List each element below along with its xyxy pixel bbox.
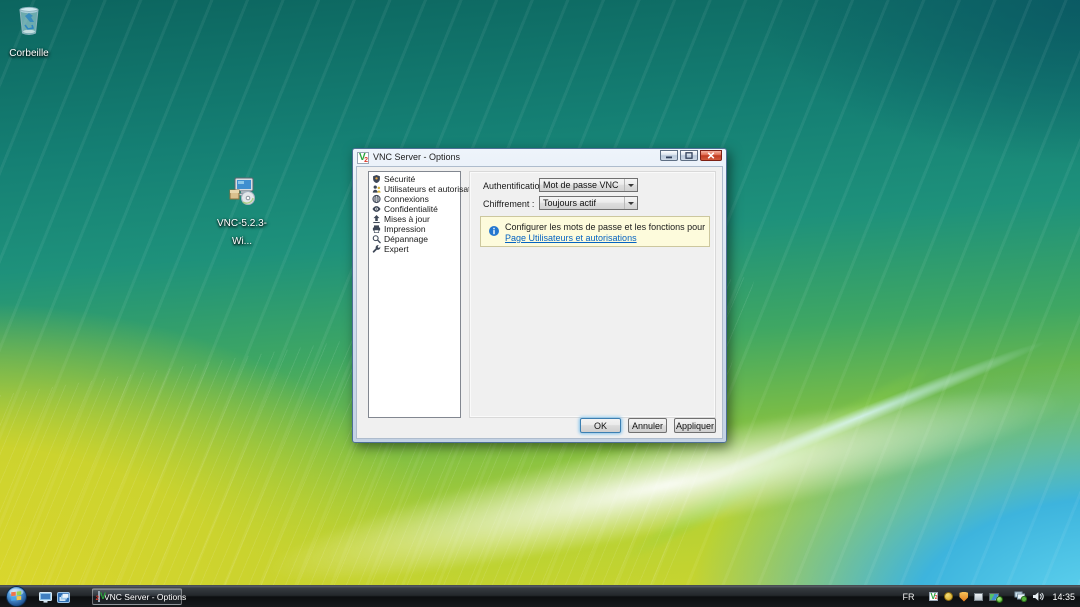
desktop-icon-recycle-bin[interactable]: Corbeille [0,6,62,61]
maximize-icon [685,152,693,159]
vnc-options-window: V 2 VNC Server - Options Sécurité Utilis… [352,148,727,443]
chevron-down-icon [624,197,637,209]
installer-icon [209,176,275,211]
close-icon [707,152,715,159]
taskbar-clock[interactable]: 14:35 [1052,592,1075,602]
desktop-icon-vnc-installer[interactable]: VNC-5.2.3-Wi... [209,176,275,249]
users-icon [372,185,381,193]
encryption-label: Chiffrement : [483,199,535,209]
sidebar-item-label: Sécurité [384,174,416,184]
apply-button[interactable]: Appliquer [674,418,716,433]
desktop: Corbeille VNC-5.2.3-Wi... V 2 VNC Server… [0,0,1080,607]
ok-button[interactable]: OK [580,418,621,433]
vnc-logo-icon: V 2 [357,151,369,164]
network-icon-glyph [1014,591,1027,602]
authentication-dropdown[interactable]: Mot de passe VNC [539,178,638,192]
sidebar-item-troubleshooting[interactable]: Dépannage [369,234,460,244]
sidebar-item-label: Connexions [384,194,429,204]
info-text: Configurer les mots de passe et les fonc… [505,222,706,232]
system-tray: FR V 2 14:35 [902,586,1075,607]
volume-icon-glyph [1032,592,1044,601]
green-status-icon[interactable] [996,594,1004,605]
expert-icon [372,245,381,253]
encryption-value: Toujours actif [543,198,597,208]
start-button[interactable] [6,586,27,607]
options-category-list: Sécurité Utilisateurs et autorisations C… [368,171,486,418]
security-icon [373,175,380,184]
minimize-icon [666,156,672,159]
quick-launch-switch-windows[interactable] [56,590,71,604]
updates-icon [373,215,380,224]
switch-windows-icon [57,591,70,603]
quick-launch-show-desktop[interactable] [38,590,53,604]
security-settings-panel: Authentification : Mot de passe VNC Chif… [469,171,716,418]
vnc-tray-icon[interactable]: V 2 [928,591,939,602]
sidebar-item-users[interactable]: Utilisateurs et autorisations [369,184,486,194]
vnc-logo-icon: V 2 [95,591,107,602]
sidebar-item-label: Expert [384,244,409,254]
recycle-bin-icon [0,6,62,41]
dialog-client-area: Sécurité Utilisateurs et autorisations C… [356,166,723,439]
windows-logo-icon [6,586,27,607]
encryption-dropdown[interactable]: Toujours actif [539,196,638,210]
sidebar-item-label: Mises à jour [384,214,430,224]
window-titlebar[interactable]: V 2 VNC Server - Options [353,149,726,166]
dialog-buttons: OK Annuler Appliquer [580,418,716,433]
sidebar-item-printing[interactable]: Impression [369,224,460,234]
sidebar-item-expert[interactable]: Expert [369,244,460,254]
desktop-icon-label: VNC-5.2.3-Wi... [216,218,267,247]
chevron-down-icon [624,179,637,191]
sidebar-item-label: Dépannage [384,234,428,244]
troubleshooting-icon [372,235,381,244]
network-icon[interactable] [1013,591,1027,602]
window-tray-icon[interactable] [973,591,984,602]
sidebar-item-label: Impression [384,224,426,234]
show-desktop-icon [39,591,52,603]
sidebar-item-connections[interactable]: Connexions [369,194,460,204]
printing-icon [372,225,381,233]
cancel-button[interactable]: Annuler [628,418,667,433]
users-permissions-page-link[interactable]: Page Utilisateurs et autorisations [505,233,637,243]
info-icon [489,226,499,236]
taskbar: V 2 VNC Server - Options FR V 2 14:35 [0,585,1080,607]
privacy-icon [372,206,381,212]
security-shield-icon[interactable] [958,591,969,602]
desktop-icon-label: Corbeille [9,48,49,59]
taskbar-window-button[interactable]: V 2 VNC Server - Options [92,588,186,605]
sidebar-item-label: Confidentialité [384,204,438,214]
yellow-status-icon[interactable] [943,591,954,602]
authentication-value: Mot de passe VNC [543,180,619,190]
minimize-button[interactable] [660,150,678,161]
taskbar-window-button-label: VNC Server - Options [104,591,187,602]
connections-icon [372,194,381,204]
info-box: Configurer les mots de passe et les fonc… [480,216,710,247]
language-indicator[interactable]: FR [902,592,914,602]
close-button[interactable] [700,150,722,161]
maximize-button[interactable] [680,150,698,161]
sidebar-item-updates[interactable]: Mises à jour [369,214,460,224]
volume-icon[interactable] [1031,591,1044,602]
window-title: VNC Server - Options [373,152,461,162]
sidebar-item-security[interactable]: Sécurité [369,174,460,184]
sidebar-item-privacy[interactable]: Confidentialité [369,204,460,214]
